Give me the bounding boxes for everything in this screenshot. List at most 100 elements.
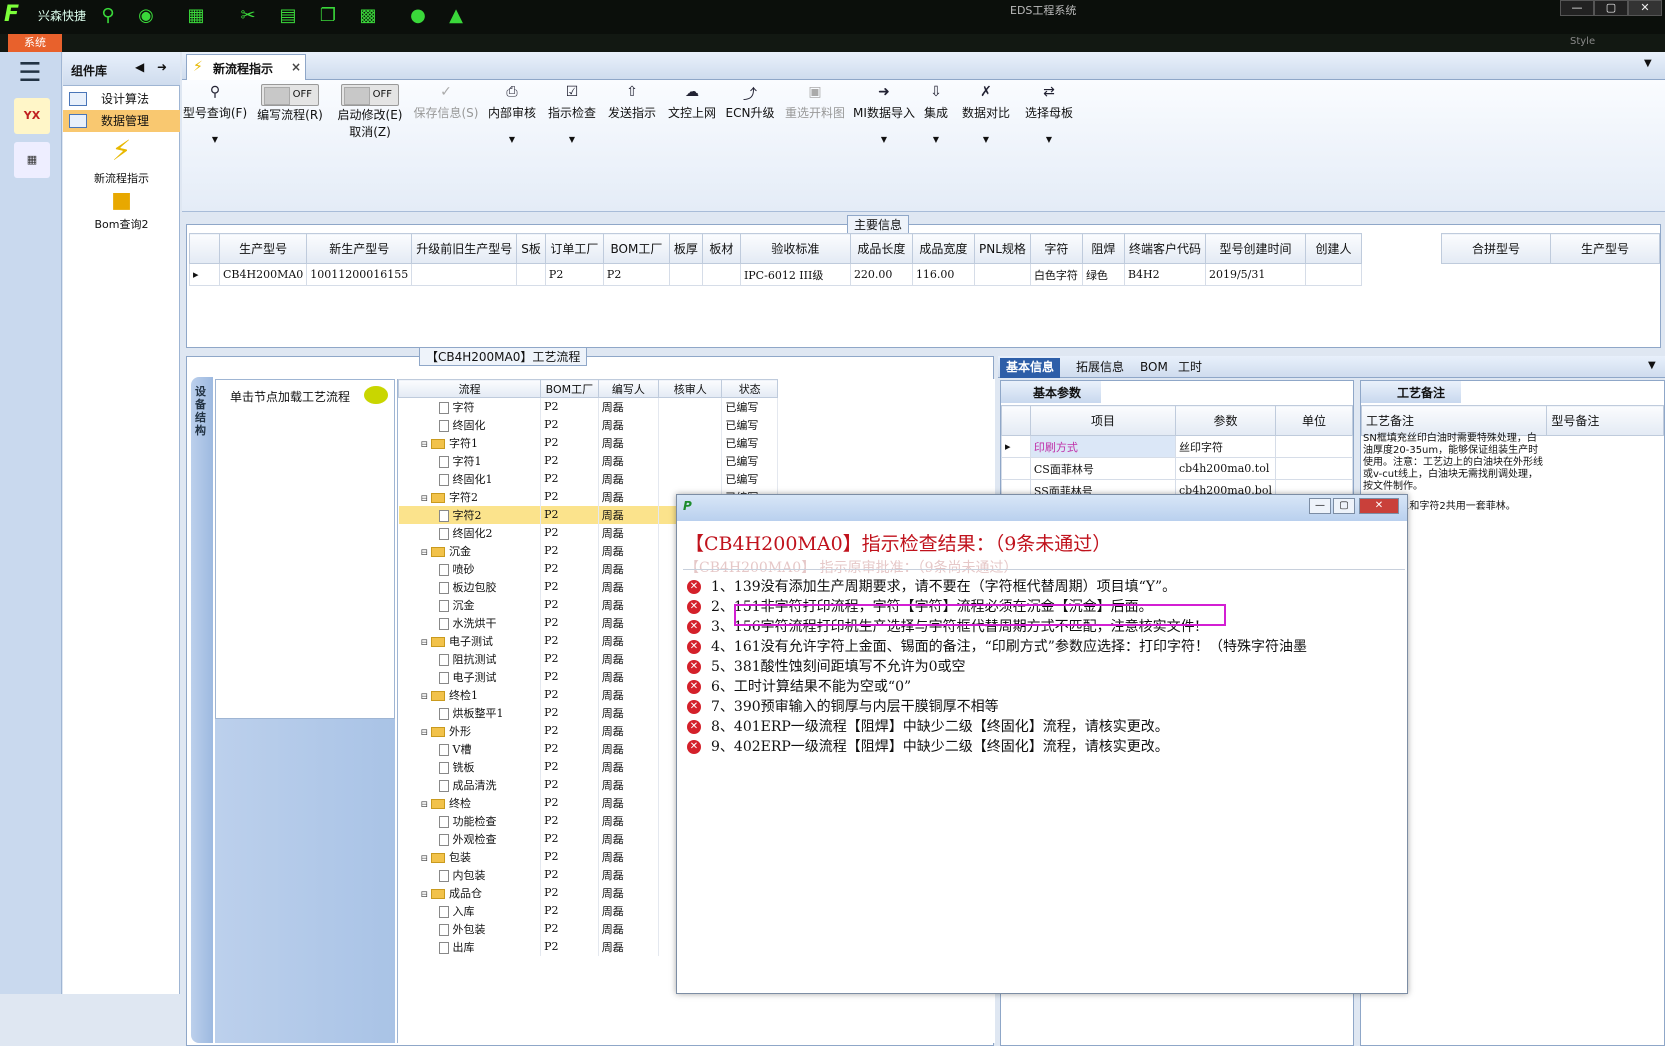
tree-node[interactable]: 字符2 [398, 505, 542, 524]
tab-dropdown-icon[interactable]: ▼ [1644, 58, 1652, 69]
column-header[interactable]: S板 [516, 233, 546, 264]
tree-node[interactable]: 电子测试 [398, 667, 542, 686]
dropdown-arrow-icon[interactable]: ▼ [918, 135, 954, 144]
reselect-button[interactable]: ▣ 重选开料图 [782, 84, 848, 174]
user-icon[interactable]: ● [406, 4, 430, 28]
dialog-maximize-button[interactable]: ▢ [1333, 498, 1355, 514]
column-header[interactable]: 参数 [1175, 405, 1276, 436]
upload-button[interactable]: ☁ 文控上网 [664, 84, 720, 174]
pin-icon[interactable]: ➜ [157, 60, 167, 74]
tree-node[interactable]: 功能检查 [398, 811, 542, 830]
auto-modify-toggle[interactable]: OFF [341, 84, 399, 106]
send-button[interactable]: ⇧ 发送指示 [604, 84, 660, 174]
dropdown-arrow-icon[interactable]: ▼ [958, 135, 1014, 144]
column-header[interactable]: 型号创建时间 [1204, 233, 1306, 264]
system-menu[interactable]: 系统 [8, 34, 62, 52]
scissors-icon[interactable]: ✂ [236, 4, 260, 28]
component-item-data[interactable]: 数据管理 [63, 110, 180, 132]
compare-button[interactable]: ✗ 数据对比 ▼ [958, 84, 1014, 174]
tree-node[interactable]: V槽 [398, 739, 542, 758]
detail-tab[interactable]: 基本信息 [1000, 358, 1061, 378]
column-header[interactable]: 订单工厂 [544, 233, 604, 264]
tree-node[interactable]: 板边包胶 [398, 577, 542, 596]
tree-node[interactable]: 字符 [398, 397, 542, 416]
tree-node[interactable]: ⊟ 外形 [398, 721, 542, 740]
copy-icon[interactable]: ❐ [316, 4, 340, 28]
table-cell[interactable]: 10011200016155 [306, 263, 413, 286]
dialog-minimize-button[interactable]: — [1309, 498, 1331, 514]
new-flow-shortcut[interactable]: ⚡ 新流程指示 [63, 134, 180, 186]
tree-node[interactable]: 沉金 [398, 595, 542, 614]
expand-icon[interactable]: ⊟ [421, 854, 429, 864]
bom-query-shortcut[interactable]: ■ Bom查询2 [63, 188, 180, 232]
globe-icon[interactable]: ◉ [134, 4, 158, 28]
expand-icon[interactable]: ⊟ [421, 728, 429, 738]
table-cell[interactable]: 2019/5/31 [1204, 263, 1306, 286]
table-cell[interactable]: IPC-6012 III级 [739, 263, 851, 286]
table-cell[interactable]: 绿色 [1081, 263, 1125, 286]
tree-node[interactable]: 终固化1 [398, 469, 542, 488]
chart-icon[interactable]: ▲ [444, 4, 468, 28]
expand-icon[interactable]: ⊟ [421, 890, 429, 900]
tree-node[interactable]: 成品清洗 [398, 775, 542, 794]
tab-dropdown-icon[interactable]: ▼ [1648, 360, 1656, 371]
column-header[interactable]: 生产型号 [1550, 233, 1660, 264]
dialog-close-button[interactable]: ✕ [1359, 498, 1399, 514]
expand-icon[interactable]: ⊟ [421, 494, 429, 504]
table-cell[interactable] [516, 263, 546, 286]
column-header[interactable]: 工艺备注 [1360, 405, 1548, 436]
search-icon[interactable]: ⚲ [96, 4, 120, 28]
select-master-button[interactable]: ⇄ 选择母板 ▼ [1018, 84, 1080, 174]
dropdown-arrow-icon[interactable]: ▼ [1018, 135, 1080, 144]
column-header[interactable]: PNL规格 [973, 233, 1031, 264]
tree-node[interactable]: ⊟ 包装 [398, 847, 542, 866]
yx-module-icon[interactable]: YX [14, 98, 50, 134]
cancel-label[interactable]: 取消(Z) [349, 125, 391, 139]
tree-row[interactable]: 终固化 P2 周磊 已编写 [398, 415, 778, 434]
column-header[interactable]: BOM工厂 [602, 233, 670, 264]
tree-node[interactable]: ⊟ 终检1 [398, 685, 542, 704]
table-cell[interactable] [411, 263, 518, 286]
table-cell[interactable] [973, 263, 1031, 286]
tree-node[interactable]: 阻抗测试 [398, 649, 542, 668]
dropdown-arrow-icon[interactable]: ▼ [544, 135, 600, 144]
tree-row[interactable]: ⊟ 字符1 P2 周磊 已编写 [398, 433, 778, 452]
table-cell[interactable]: 白色字符 [1029, 263, 1083, 286]
column-header[interactable]: 型号备注 [1546, 405, 1664, 436]
edit-flow-toggle[interactable]: OFF [261, 84, 319, 106]
tab-new-flow[interactable]: ⚡ 新流程指示 × [186, 54, 306, 80]
tree-node[interactable]: 出库 [398, 937, 542, 956]
component-item-design[interactable]: 设计算法 [63, 88, 180, 110]
table-cell[interactable] [668, 263, 703, 286]
column-header[interactable]: 核审人 [658, 379, 723, 398]
tab-close-icon[interactable]: × [291, 60, 301, 74]
detail-tab[interactable]: 工时 [1172, 358, 1208, 378]
column-header[interactable]: 流程 [397, 379, 542, 398]
tree-node[interactable]: ⊟ 成品仓 [398, 883, 542, 902]
hamburger-icon[interactable]: ☰ [10, 58, 50, 90]
column-header[interactable]: 项目 [1029, 405, 1177, 436]
table-row[interactable]: CS面菲林号 cb4h200ma0.tol [1001, 457, 1354, 480]
column-header[interactable]: 字符 [1029, 233, 1083, 264]
collapse-left-icon[interactable]: ◀ [135, 60, 144, 74]
minimize-button[interactable]: — [1560, 0, 1594, 16]
table-cell[interactable]: P2 [602, 263, 670, 286]
tree-node[interactable]: ⊟ 字符1 [398, 433, 542, 452]
mi-import-button[interactable]: ➜ MI数据导入 ▼ [852, 84, 916, 174]
dropdown-arrow-icon[interactable]: ▼ [852, 135, 916, 144]
column-header[interactable]: BOM工厂 [540, 379, 599, 398]
grid-icon[interactable]: ▩ [356, 4, 380, 28]
column-header[interactable]: 新生产型号 [306, 233, 413, 264]
maximize-button[interactable]: ▢ [1594, 0, 1628, 16]
internal-review-button[interactable]: ⎙ 内部审核 ▼ [484, 84, 540, 174]
integrate-button[interactable]: ⇩ 集成 ▼ [918, 84, 954, 174]
column-header[interactable]: 编写人 [597, 379, 660, 398]
column-header[interactable]: 合拼型号 [1441, 233, 1551, 264]
table-cell[interactable]: P2 [544, 263, 604, 286]
table-cell[interactable] [701, 263, 741, 286]
tree-node[interactable]: 外包装 [398, 919, 542, 938]
expand-icon[interactable]: ⊟ [421, 692, 429, 702]
tree-node[interactable]: 内包装 [398, 865, 542, 884]
table-cell[interactable]: B4H2 [1123, 263, 1206, 286]
column-header[interactable]: 成品长度 [849, 233, 913, 264]
